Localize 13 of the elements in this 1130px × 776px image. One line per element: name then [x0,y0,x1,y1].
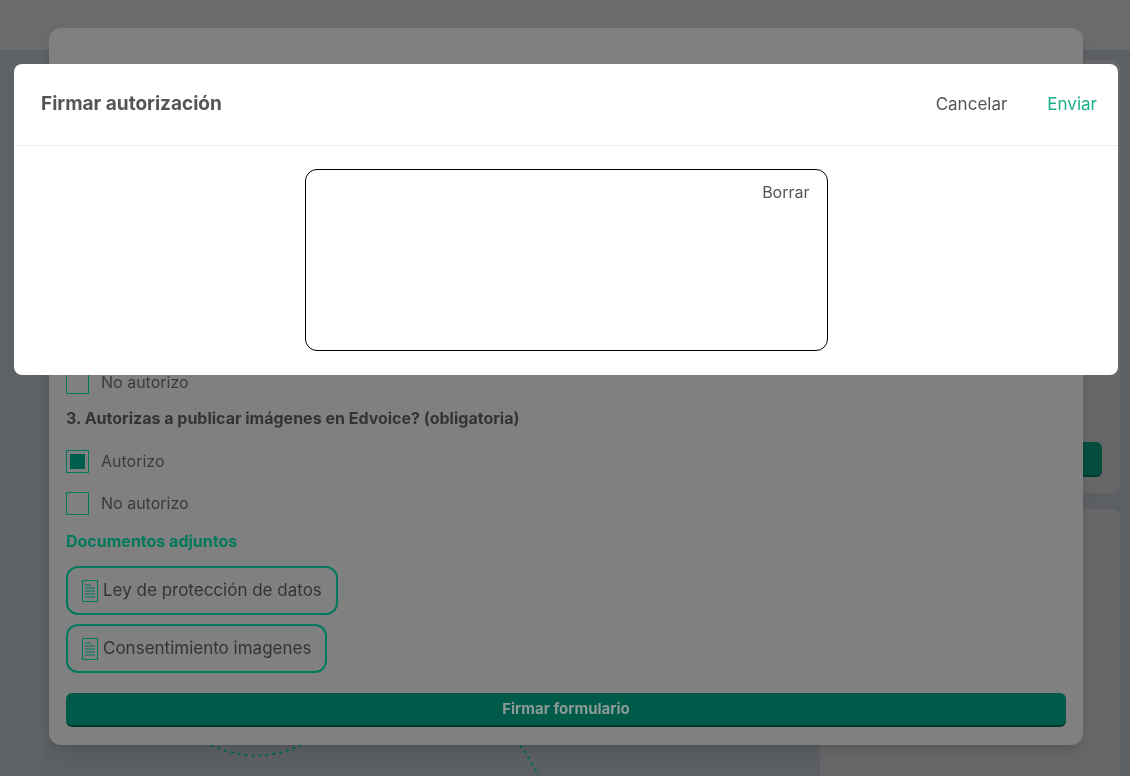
attachment-button[interactable]: Consentimiento imagenes [66,624,328,673]
question-title: 3. Autorizas a publicar imágenes en Edvoice? (obligatoria) [66,407,521,430]
send-button[interactable]: Enviar [1047,91,1097,118]
signature-pad[interactable]: Borrar [304,169,828,351]
dialog-title: Firmar autorización [41,91,222,118]
option-label: Autorizo [101,450,165,473]
attachments-heading: Documentos adjuntos [66,530,239,551]
option-label: No autorizo [101,371,189,394]
sign-form-button[interactable]: Firmar formulario [66,693,1066,727]
clear-button[interactable]: Borrar [762,180,810,204]
attachment-button[interactable]: Ley de protección de datos [66,566,338,615]
option-label: No autorizo [101,492,189,515]
cancel-button[interactable]: Cancelar [935,91,1008,118]
